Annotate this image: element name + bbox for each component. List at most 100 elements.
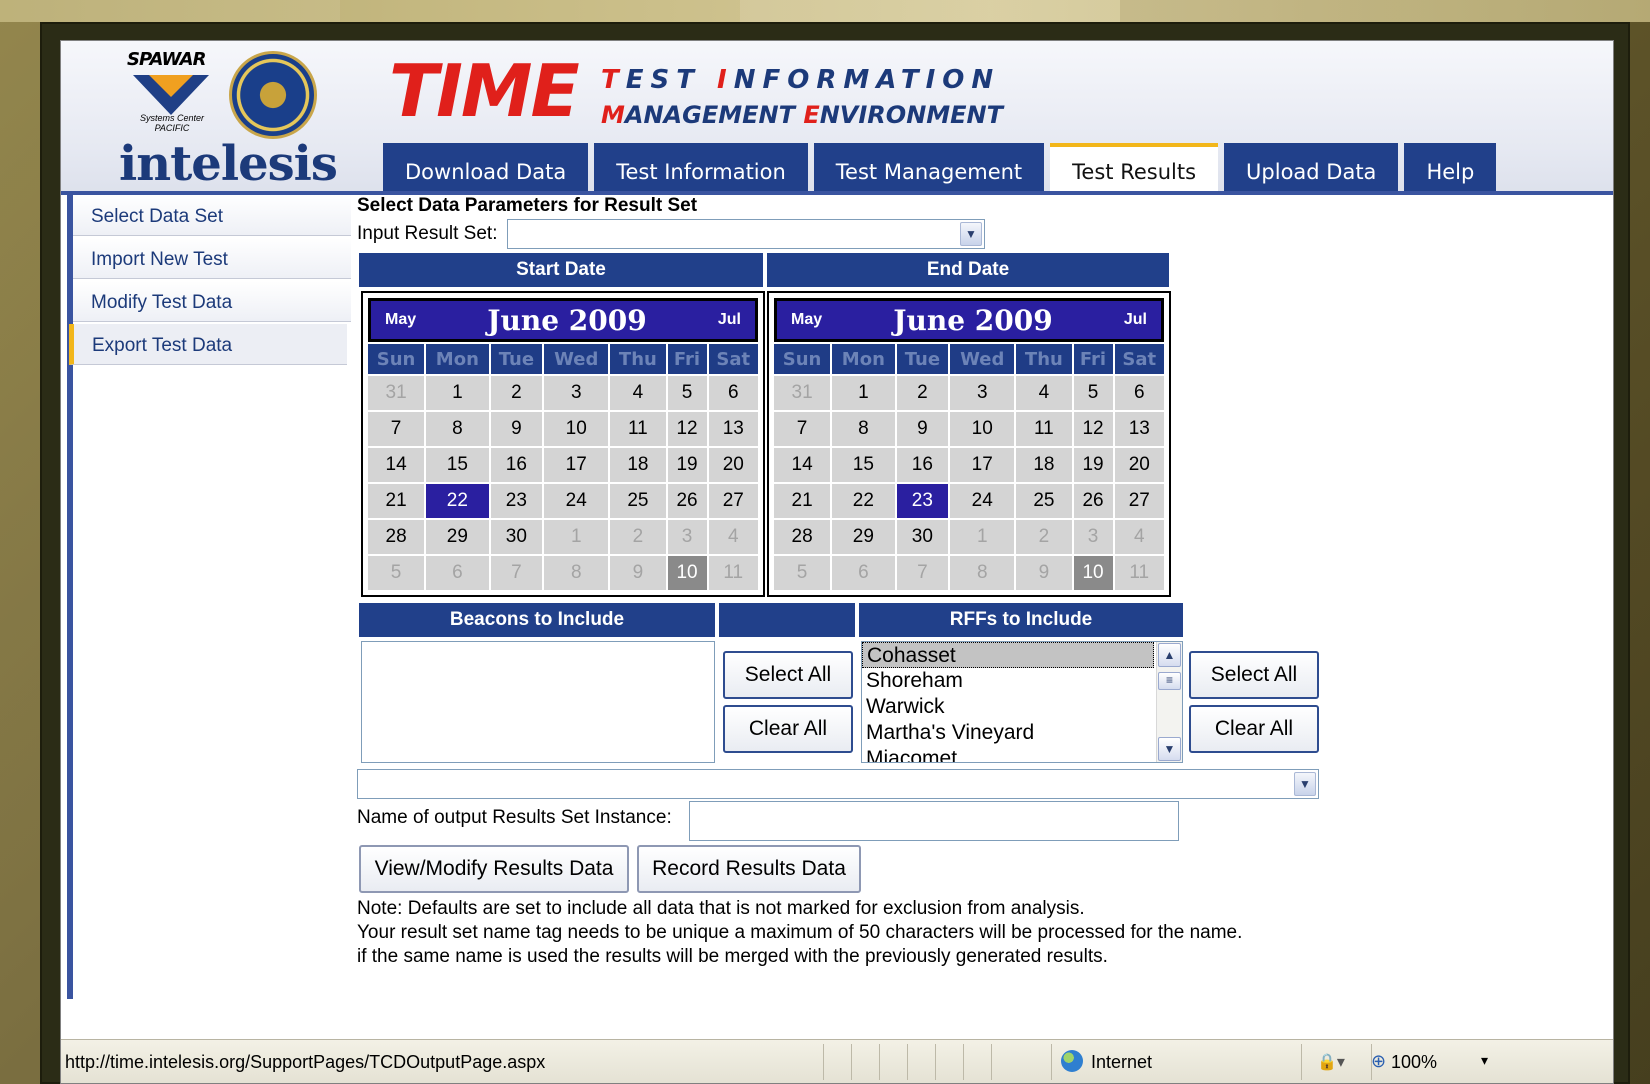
calendar-day[interactable]: 6 xyxy=(426,556,489,590)
calendar-day[interactable]: 1 xyxy=(832,376,895,410)
calendar-day[interactable]: 7 xyxy=(490,556,543,590)
results-set-name-input[interactable] xyxy=(689,801,1179,841)
calendar-day[interactable]: 23 xyxy=(896,484,949,518)
sidebar-item-import-new-test[interactable]: Import New Test xyxy=(73,238,351,279)
calendar-day[interactable]: 22 xyxy=(832,484,895,518)
calendar-day[interactable]: 1 xyxy=(950,520,1015,554)
rffs-select-all-button[interactable]: Select All xyxy=(1189,651,1319,699)
calendar-day[interactable]: 18 xyxy=(610,448,666,482)
calendar-day[interactable]: 18 xyxy=(1016,448,1072,482)
calendar-day[interactable]: 9 xyxy=(610,556,666,590)
calendar-day[interactable]: 11 xyxy=(1016,412,1072,446)
calendar-day[interactable]: 8 xyxy=(426,412,489,446)
calendar-day[interactable]: 29 xyxy=(832,520,895,554)
calendar-day[interactable]: 5 xyxy=(368,556,425,590)
calendar-day[interactable]: 26 xyxy=(1073,484,1113,518)
calendar-day[interactable]: 4 xyxy=(610,376,666,410)
rffs-listbox[interactable]: Cohasset Shoreham Warwick Martha's Viney… xyxy=(861,641,1183,763)
calendar-day[interactable]: 27 xyxy=(1114,484,1164,518)
calendar-day[interactable]: 31 xyxy=(774,376,831,410)
secondary-select[interactable]: ▼ xyxy=(357,769,1319,799)
calendar-day[interactable]: 4 xyxy=(1114,520,1164,554)
beacons-listbox[interactable] xyxy=(361,641,715,763)
chevron-down-icon[interactable]: ▼ xyxy=(1294,772,1316,796)
calendar-day[interactable]: 16 xyxy=(896,448,949,482)
calendar-day[interactable]: 14 xyxy=(368,448,425,482)
protected-mode-icon[interactable]: 🔒▾ xyxy=(1317,1052,1345,1072)
calendar-day[interactable]: 25 xyxy=(610,484,666,518)
calendar-day[interactable]: 15 xyxy=(426,448,489,482)
tab-test-management[interactable]: Test Management xyxy=(813,143,1045,191)
view-modify-results-button[interactable]: View/Modify Results Data xyxy=(359,845,629,893)
calendar-prev-month-link[interactable]: May xyxy=(785,311,822,329)
beacons-select-all-button[interactable]: Select All xyxy=(723,651,853,699)
beacons-clear-all-button[interactable]: Clear All xyxy=(723,705,853,753)
calendar-day[interactable]: 26 xyxy=(667,484,707,518)
calendar-day[interactable]: 24 xyxy=(950,484,1015,518)
calendar-day[interactable]: 2 xyxy=(610,520,666,554)
calendar-day[interactable]: 8 xyxy=(950,556,1015,590)
calendar-day[interactable]: 22 xyxy=(426,484,489,518)
calendar-day[interactable]: 2 xyxy=(896,376,949,410)
calendar-day[interactable]: 11 xyxy=(1114,556,1164,590)
calendar-day[interactable]: 19 xyxy=(667,448,707,482)
calendar-day[interactable]: 10 xyxy=(544,412,609,446)
calendar-day[interactable]: 28 xyxy=(774,520,831,554)
calendar-day[interactable]: 6 xyxy=(832,556,895,590)
calendar-day[interactable]: 17 xyxy=(544,448,609,482)
calendar-day[interactable]: 10 xyxy=(950,412,1015,446)
calendar-day[interactable]: 8 xyxy=(544,556,609,590)
calendar-day[interactable]: 13 xyxy=(1114,412,1164,446)
calendar-day[interactable]: 28 xyxy=(368,520,425,554)
calendar-day[interactable]: 4 xyxy=(1016,376,1072,410)
calendar-day[interactable]: 7 xyxy=(368,412,425,446)
calendar-day[interactable]: 9 xyxy=(490,412,543,446)
calendar-day[interactable]: 2 xyxy=(490,376,543,410)
sidebar-item-export-test-data[interactable]: Export Test Data xyxy=(69,324,347,365)
calendar-day[interactable]: 13 xyxy=(708,412,758,446)
calendar-day[interactable]: 3 xyxy=(1073,520,1113,554)
calendar-day[interactable]: 3 xyxy=(544,376,609,410)
calendar-day[interactable]: 29 xyxy=(426,520,489,554)
list-item[interactable]: Cohasset xyxy=(862,642,1154,668)
calendar-day[interactable]: 30 xyxy=(896,520,949,554)
calendar-day[interactable]: 12 xyxy=(1073,412,1113,446)
calendar-day[interactable]: 20 xyxy=(708,448,758,482)
calendar-next-month-link[interactable]: Jul xyxy=(718,311,747,329)
calendar-day[interactable]: 6 xyxy=(1114,376,1164,410)
tab-test-results[interactable]: Test Results xyxy=(1050,143,1219,195)
calendar-day[interactable]: 27 xyxy=(708,484,758,518)
sidebar-item-select-data-set[interactable]: Select Data Set xyxy=(73,195,351,236)
calendar-prev-month-link[interactable]: May xyxy=(379,311,416,329)
calendar-day[interactable]: 3 xyxy=(950,376,1015,410)
scroll-thumb[interactable]: ≡ xyxy=(1158,672,1181,690)
calendar-day[interactable]: 7 xyxy=(774,412,831,446)
calendar-day[interactable]: 19 xyxy=(1073,448,1113,482)
tab-download-data[interactable]: Download Data xyxy=(383,143,589,191)
input-result-set-select[interactable]: ▼ xyxy=(507,219,985,249)
calendar-day[interactable]: 9 xyxy=(1016,556,1072,590)
tab-test-information[interactable]: Test Information xyxy=(594,143,808,191)
list-item[interactable]: Martha's Vineyard xyxy=(862,720,1182,746)
calendar-day[interactable]: 3 xyxy=(667,520,707,554)
scroll-down-icon[interactable]: ▼ xyxy=(1158,737,1181,761)
calendar-day[interactable]: 31 xyxy=(368,376,425,410)
calendar-day[interactable]: 1 xyxy=(544,520,609,554)
calendar-day[interactable]: 16 xyxy=(490,448,543,482)
calendar-day[interactable]: 23 xyxy=(490,484,543,518)
calendar-day[interactable]: 6 xyxy=(708,376,758,410)
calendar-day[interactable]: 30 xyxy=(490,520,543,554)
record-results-button[interactable]: Record Results Data xyxy=(637,845,861,893)
calendar-day[interactable]: 5 xyxy=(774,556,831,590)
calendar-day[interactable]: 7 xyxy=(896,556,949,590)
calendar-day[interactable]: 25 xyxy=(1016,484,1072,518)
calendar-day[interactable]: 20 xyxy=(1114,448,1164,482)
calendar-day[interactable]: 21 xyxy=(368,484,425,518)
calendar-day[interactable]: 5 xyxy=(667,376,707,410)
calendar-day[interactable]: 14 xyxy=(774,448,831,482)
zoom-dropdown-icon[interactable]: ▾ xyxy=(1481,1052,1488,1069)
list-item[interactable]: Warwick xyxy=(862,694,1182,720)
calendar-day[interactable]: 9 xyxy=(896,412,949,446)
calendar-day[interactable]: 11 xyxy=(708,556,758,590)
calendar-day[interactable]: 17 xyxy=(950,448,1015,482)
